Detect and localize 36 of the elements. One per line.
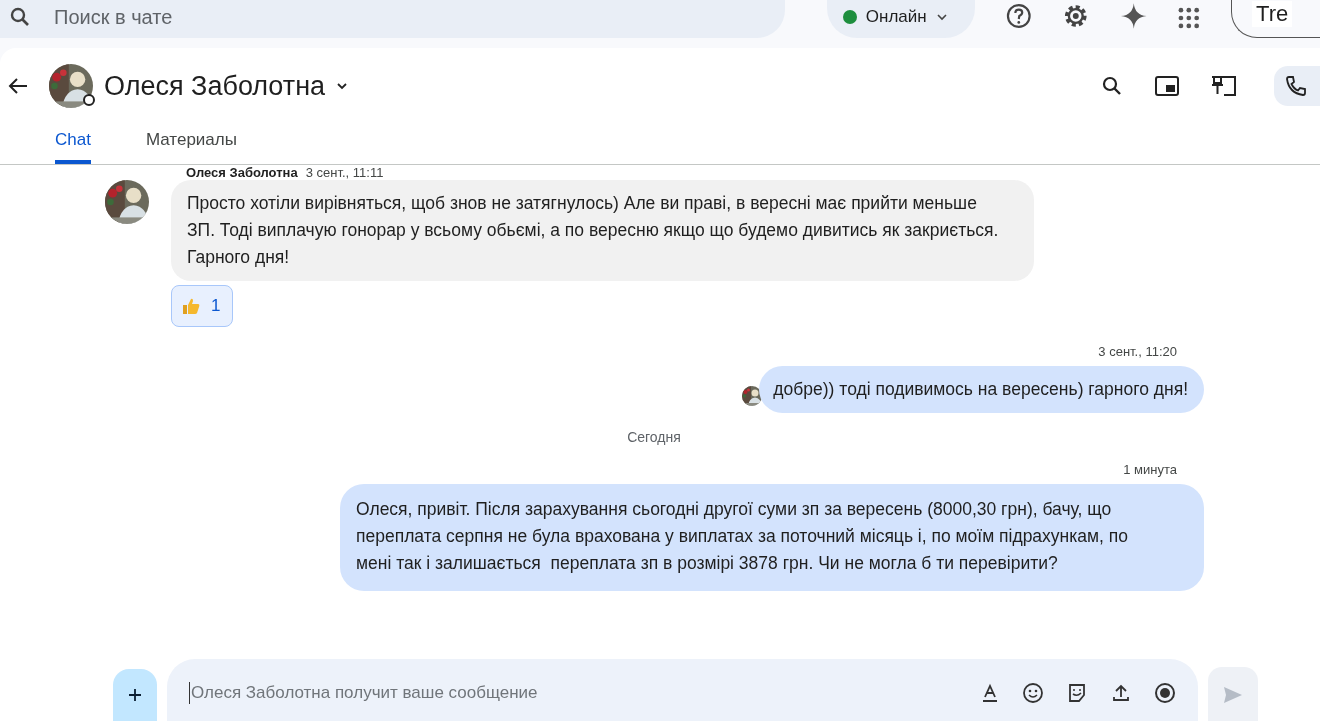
- reaction-chip[interactable]: 1: [171, 285, 234, 327]
- apps-icon[interactable]: [1177, 6, 1202, 30]
- account-chip[interactable]: Tre: [1231, 0, 1320, 38]
- message-field[interactable]: Олеся Заболотна получит ваше сообщение: [167, 659, 1198, 721]
- message-time: 3 сент., 11:11: [305, 165, 384, 180]
- pin-screen-icon[interactable]: [1210, 74, 1238, 98]
- tab[interactable]: Материалы: [145, 130, 237, 164]
- sender-name: Олеся Заболотна: [186, 165, 298, 180]
- date-divider: Сегодня: [626, 429, 682, 445]
- thumbs-up-icon: [181, 296, 201, 316]
- emoji-icon[interactable]: [1022, 682, 1044, 704]
- phone-icon: [1284, 74, 1308, 98]
- tab[interactable]: Chat: [55, 130, 91, 164]
- search-field[interactable]: Поиск в чате: [0, 0, 785, 38]
- message-input[interactable]: Олеся Заболотна получит ваше сообщение: [189, 682, 958, 704]
- caret-icon: [935, 11, 948, 23]
- settings-icon[interactable]: [1062, 2, 1090, 30]
- status-dropdown[interactable]: Онлайн: [826, 0, 975, 38]
- message-bubble: Олеся, привіт. Після зарахування сьогодні другої суми зп за вересень (8000,30 грн), бачу, що переплата серпня не була врахована у виплатах за поточний місяць і, по моїм підрахункам, по мені так і залишається переплата зп в розмірі 3878 грн. Чи не могла б ти перевірити?: [340, 484, 1204, 591]
- call-button[interactable]: [1274, 66, 1320, 106]
- message-time: 3 сент., 11:20: [1097, 343, 1178, 361]
- message-time: 1 минута: [1122, 461, 1178, 479]
- message-bubble: добре)) тоді подивимось на вересень) гарного дня!: [759, 366, 1204, 413]
- sticker-icon[interactable]: [1066, 682, 1088, 704]
- contact-name[interactable]: Олеся Заболотна: [104, 70, 326, 102]
- message-bubble: Просто хотіли вирівняться, щоб знов не затягнулось) Але ви праві, в вересні має прийти меньше ЗП. Тоді виплачую гонорар у всьому обьємі, а по вересню якщо що будемо дивитись як закриється. Гарного дня!: [171, 180, 1034, 281]
- text-format-icon[interactable]: [980, 683, 1000, 703]
- presence-icon: [83, 94, 95, 106]
- upload-icon[interactable]: [1110, 682, 1132, 704]
- record-icon[interactable]: [1154, 682, 1176, 704]
- plus-icon: [127, 687, 143, 703]
- search-input[interactable]: Поиск в чате: [52, 4, 456, 30]
- send-icon: [1222, 684, 1244, 706]
- status-label: Онлайн: [865, 7, 927, 27]
- help-icon[interactable]: [1004, 2, 1033, 30]
- picture-in-picture-icon[interactable]: [1154, 74, 1180, 98]
